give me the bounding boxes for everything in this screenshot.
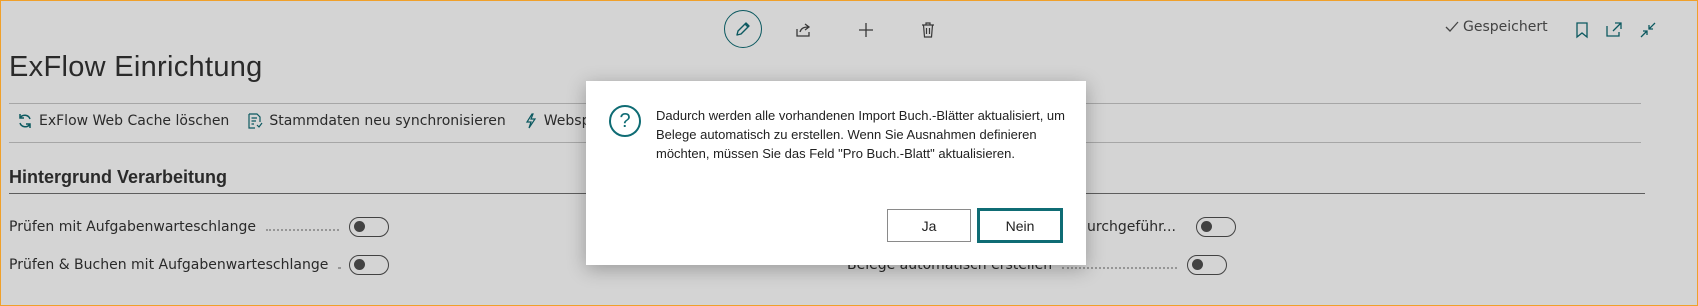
app-window: Gespeichert ExFlow Einrichtung ExFlow We… bbox=[0, 0, 1698, 306]
yes-button[interactable]: Ja bbox=[887, 209, 971, 242]
confirm-dialog: ? Dadurch werden alle vorhandenen Import… bbox=[586, 81, 1086, 265]
no-button[interactable]: Nein bbox=[978, 209, 1062, 242]
question-icon: ? bbox=[609, 105, 641, 137]
dialog-message: Dadurch werden alle vorhandenen Import B… bbox=[656, 108, 1065, 161]
